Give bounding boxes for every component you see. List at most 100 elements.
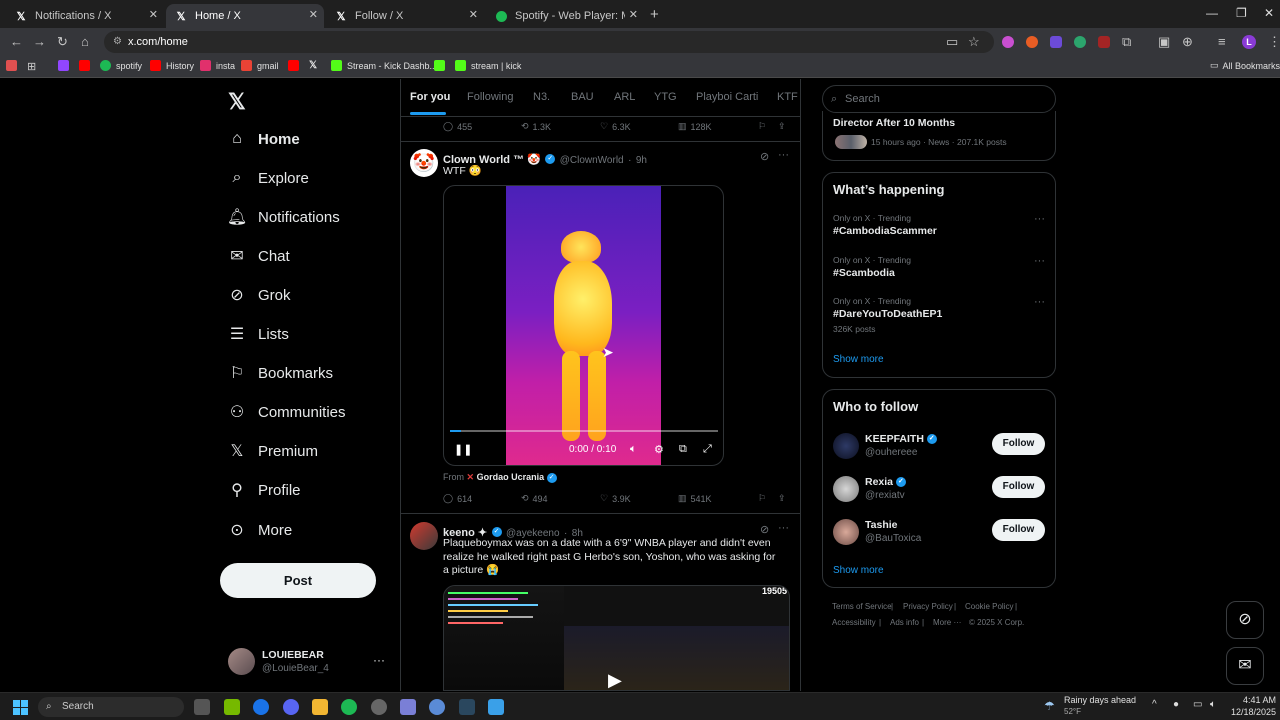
follow-button[interactable]: Follow [992, 476, 1045, 498]
author-handle[interactable]: @ClownWorld [560, 155, 624, 166]
tab-list[interactable]: N3. [533, 91, 550, 103]
folder-icon[interactable] [312, 699, 328, 715]
display-icon[interactable]: ▭ [1193, 699, 1202, 710]
grok-icon[interactable]: ⊘ [1226, 601, 1264, 639]
like-button[interactable]: ♡ 3.9K [600, 493, 631, 504]
views-button[interactable]: ▥ 128K [678, 121, 712, 132]
footer-link[interactable]: Cookie Policy [965, 602, 1013, 611]
more-icon[interactable]: ··· [778, 149, 789, 161]
nav-explore[interactable]: ⌕ Explore [228, 163, 309, 193]
browser-tab[interactable]: 𝕏 Notifications / X ✕ [6, 4, 164, 28]
media-icon[interactable]: ≡ [1218, 34, 1226, 49]
footer-link[interactable]: More ··· [933, 618, 961, 627]
footer-link[interactable]: Terms of Service [832, 602, 892, 611]
post-button[interactable]: Post [220, 563, 376, 598]
avatar[interactable] [228, 648, 255, 675]
extension-icon[interactable] [1074, 36, 1086, 48]
footer-link[interactable]: Ads info [890, 618, 919, 627]
tab-for-you[interactable]: For you [410, 91, 450, 103]
pip-icon[interactable]: ⧉ [679, 443, 687, 456]
avatar[interactable] [833, 476, 859, 502]
more-icon[interactable]: ··· [1034, 255, 1045, 267]
profile-avatar[interactable]: L [1242, 35, 1256, 49]
nav-communities[interactable]: ⚇ Communities [228, 397, 346, 427]
reply-button[interactable]: ◯ 455 [443, 121, 472, 132]
close-icon[interactable]: ✕ [149, 8, 158, 21]
nav-more[interactable]: ⊙ More [228, 515, 292, 545]
extension-icon[interactable] [1026, 36, 1038, 48]
nav-chat[interactable]: ✉ Chat [228, 241, 289, 271]
minimize-button[interactable]: — [1206, 6, 1218, 20]
show-more-link[interactable]: Show more [833, 354, 884, 365]
windows-start-icon[interactable] [13, 700, 28, 715]
chrome-icon[interactable] [253, 699, 269, 715]
spotify-icon[interactable] [341, 699, 357, 715]
bookmark-item[interactable] [434, 60, 450, 71]
bookmark-icon[interactable] [6, 60, 22, 71]
back-icon[interactable]: ← [10, 34, 23, 49]
maximize-button[interactable]: ❐ [1236, 6, 1247, 20]
volume-icon[interactable]: 🔈︎ [1210, 699, 1216, 710]
reload-icon[interactable]: ↻ [57, 34, 68, 50]
extensions-puzzle-icon[interactable]: ⧉ [1122, 34, 1131, 50]
messages-icon[interactable]: ✉ [1226, 647, 1264, 685]
app-icon[interactable] [488, 699, 504, 715]
new-tab-button[interactable]: + [650, 6, 659, 23]
views-button[interactable]: ▥ 541K [678, 493, 712, 504]
video-player[interactable]: ➤ ❚❚ 0:00 / 0:10 🔈︎ ⚙ ⧉ ⤢ [443, 185, 724, 466]
chevron-up-icon[interactable]: ^ [1152, 699, 1157, 710]
kebab-menu-icon[interactable]: ⋮ [1268, 34, 1280, 50]
weather-icon[interactable]: ☂ [1044, 699, 1055, 713]
video-progress-track[interactable] [450, 430, 718, 432]
tab-list[interactable]: Playboi Carti [696, 91, 758, 103]
more-icon[interactable]: ··· [1034, 296, 1045, 308]
show-more-link[interactable]: Show more [833, 565, 884, 576]
tab-list[interactable]: YTG [654, 91, 677, 103]
follow-suggestion-name[interactable]: Rexia ✓ [865, 476, 906, 488]
downloads-icon[interactable]: ⊕ [1182, 34, 1193, 50]
share-icon[interactable]: ⇪ [778, 121, 786, 132]
volume-icon[interactable]: 🔈︎ [630, 443, 637, 456]
bookmark-item[interactable] [79, 60, 95, 71]
search-input[interactable]: ⌕ Search [822, 85, 1056, 113]
tab-list[interactable]: ARL [614, 91, 635, 103]
bookmark-item[interactable] [288, 60, 304, 71]
weather-text[interactable]: Rainy days ahead [1064, 695, 1136, 705]
apps-grid-icon[interactable]: ⊞ [27, 60, 36, 73]
bookmark-item[interactable]: insta [200, 60, 235, 71]
trend-item[interactable]: #DareYouToDeathEP1 [833, 308, 942, 320]
bookmark-item[interactable]: gmail [241, 60, 279, 71]
browser-tab[interactable]: 𝕏 Follow / X ✕ [326, 4, 484, 28]
more-icon[interactable]: ··· [778, 522, 789, 534]
extension-icon[interactable] [1098, 36, 1110, 48]
browser-tab-active[interactable]: 𝕏 Home / X ✕ [166, 4, 324, 28]
play-icon[interactable]: ▶ [608, 670, 622, 690]
more-icon[interactable]: ··· [1034, 213, 1045, 225]
source-name[interactable]: Gordao Ucrania [477, 472, 545, 482]
bookmark-item[interactable]: History [150, 60, 194, 71]
forward-icon[interactable]: → [33, 34, 46, 49]
reply-button[interactable]: ◯ 614 [443, 493, 472, 504]
fullscreen-icon[interactable]: ⤢ [703, 443, 712, 456]
bookmark-icon[interactable]: ⚐ [758, 493, 766, 504]
steam-icon[interactable] [459, 699, 475, 715]
footer-link[interactable]: Privacy Policy [903, 602, 953, 611]
close-icon[interactable]: ✕ [629, 8, 638, 21]
avatar[interactable] [410, 522, 438, 550]
close-icon[interactable]: ✕ [469, 8, 478, 21]
repost-button[interactable]: ⟲ 494 [521, 493, 548, 504]
like-button[interactable]: ♡ 6.3K [600, 121, 631, 132]
nav-lists[interactable]: ☰ Lists [228, 319, 289, 349]
nav-notifications[interactable]: 🔔︎ Notifications [227, 202, 340, 232]
bookmark-item[interactable] [58, 60, 74, 71]
app-icon[interactable] [371, 699, 387, 715]
follow-button[interactable]: Follow [992, 433, 1045, 455]
star-icon[interactable]: ☆ [968, 34, 980, 50]
follow-suggestion-name[interactable]: Tashie [865, 519, 897, 531]
tab-list[interactable]: BAU [571, 91, 594, 103]
close-icon[interactable]: ✕ [309, 8, 318, 21]
pause-icon[interactable]: ❚❚ [454, 443, 472, 456]
tweet-time[interactable]: 9h [636, 155, 647, 166]
nav-premium[interactable]: 𝕏 Premium [228, 436, 318, 466]
home-icon[interactable]: ⌂ [81, 34, 89, 49]
